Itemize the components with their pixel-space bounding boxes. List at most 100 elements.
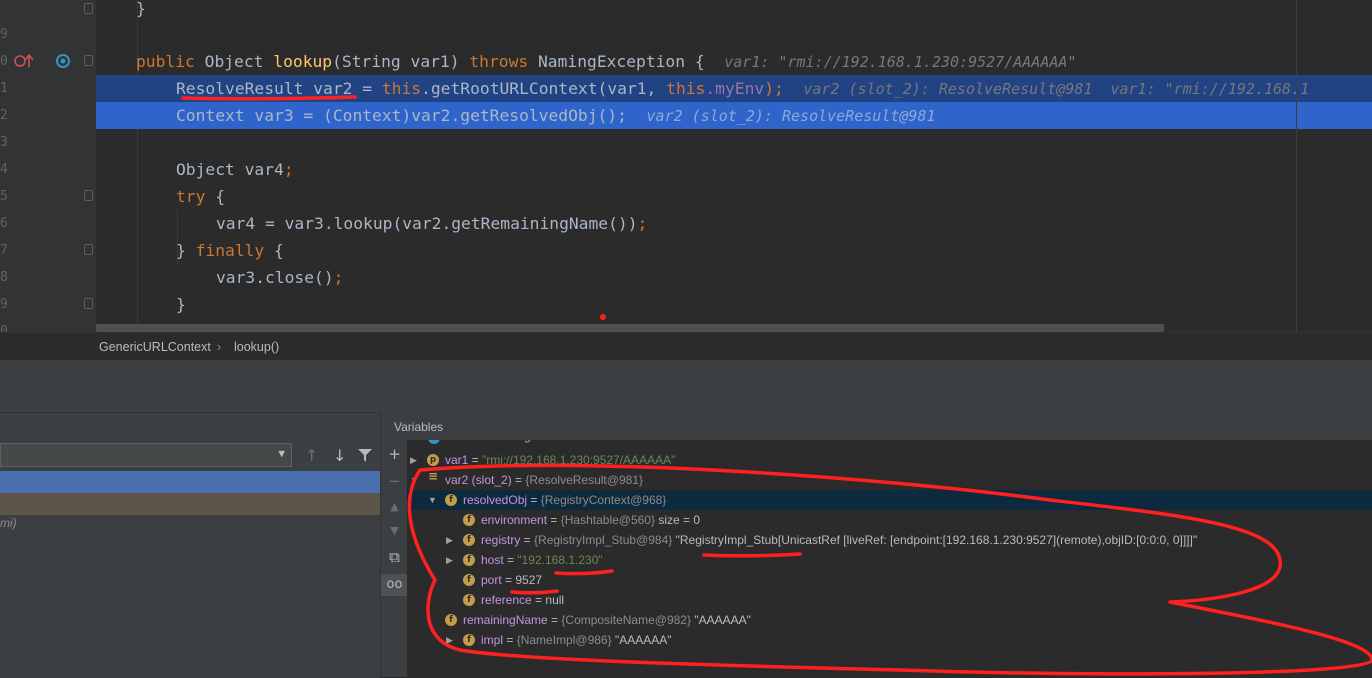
variables-panel: i Variables debug info not available ▶ p… xyxy=(407,412,1372,677)
collapse-arrow-icon[interactable]: ▼ xyxy=(410,470,420,490)
field-name: .myEnv xyxy=(705,79,765,98)
field-icon: f xyxy=(445,494,457,506)
fold-marker[interactable] xyxy=(84,244,93,255)
inline-debug-hint: var2 (slot_2): ResolveResult@981 xyxy=(646,107,936,125)
arrow-up-icon[interactable]: ↑ xyxy=(305,446,318,465)
arrow-down-icon[interactable]: ↓ xyxy=(333,446,346,465)
variable-type: {Hashtable@560} xyxy=(560,513,655,527)
method-name: lookup xyxy=(273,52,333,71)
collapse-arrow-icon[interactable]: ▼ xyxy=(428,490,438,510)
keyword: this xyxy=(381,79,422,98)
variable-eq: = xyxy=(527,493,541,507)
inline-debug-hint: var2 (slot_2): ResolveResult@981 var1: "… xyxy=(803,80,1310,98)
code-text: } xyxy=(176,295,186,314)
breadcrumb-separator: › xyxy=(217,340,222,354)
code-text: ; xyxy=(333,268,344,287)
variable-row[interactable]: ▼ ≡ var2 (slot_2) = {ResolveResult@981} xyxy=(407,470,1372,490)
variable-row[interactable]: f environment = {Hashtable@560} size = 0 xyxy=(407,510,1372,530)
variable-value: "AAAAAA" xyxy=(611,633,672,647)
keyword: throws xyxy=(469,52,529,71)
variable-row[interactable]: ▶ f host = "192.168.1.230" xyxy=(407,550,1372,570)
line-number: 9 xyxy=(0,27,8,42)
line-number: 9 xyxy=(0,297,8,312)
code-line-lookup-signature[interactable]: public Object lookup(String var1) throws… xyxy=(96,48,1372,75)
frame-item-selected[interactable] xyxy=(0,471,380,493)
variable-value: null xyxy=(545,593,565,607)
field-icon: f xyxy=(463,594,475,606)
variable-type: {CompositeName@982} xyxy=(561,613,691,627)
overrides-icon[interactable] xyxy=(14,52,36,70)
code-line[interactable]: var4 = var3.lookup(var2.getRemainingName… xyxy=(96,210,1372,237)
add-watch-icon[interactable]: + xyxy=(381,445,408,463)
variable-eq: = xyxy=(547,613,562,627)
variable-eq: = xyxy=(468,453,483,467)
expand-arrow-icon[interactable]: ▶ xyxy=(446,550,456,570)
code-line[interactable]: try { xyxy=(96,183,1372,210)
expand-arrow-icon[interactable]: ▶ xyxy=(410,450,420,470)
right-margin-guide xyxy=(1296,0,1297,332)
code-line[interactable]: } xyxy=(96,0,1372,22)
fold-marker[interactable] xyxy=(84,55,93,66)
code-text: var3.close() xyxy=(216,268,334,287)
breadcrumb-class[interactable]: GenericURLContext xyxy=(99,340,211,354)
line-number: 0 xyxy=(0,324,8,332)
keyword: try xyxy=(176,187,206,206)
variable-name: resolvedObj xyxy=(463,493,528,507)
expand-arrow-icon[interactable]: ▶ xyxy=(446,530,456,550)
code-line-current-execution[interactable]: Context var3 = (Context)var2.getResolved… xyxy=(96,102,1372,129)
code-text: .getRootURLContext(var1, xyxy=(421,79,667,98)
code-text: Object var4 xyxy=(176,160,284,179)
variable-row[interactable]: f remainingName = {CompositeName@982} "A… xyxy=(407,610,1372,630)
field-icon: f xyxy=(463,554,475,566)
debugger-step-icon[interactable] xyxy=(54,52,74,70)
fold-marker[interactable] xyxy=(84,190,93,201)
move-down-icon[interactable]: ▼ xyxy=(381,524,408,537)
chevron-down-icon: ▼ xyxy=(278,447,285,460)
code-line[interactable]: Object var4; xyxy=(96,156,1372,183)
variable-type: {NameImpl@986} xyxy=(516,633,612,647)
fold-marker[interactable] xyxy=(84,3,93,14)
debug-toolbar-area xyxy=(0,359,1372,413)
variable-row-selected[interactable]: ▼ f resolvedObj = {RegistryContext@968} xyxy=(407,490,1372,510)
variable-row[interactable]: ▶ p var1 = "rmi://192.168.1.230:9527/AAA… xyxy=(407,450,1372,470)
move-up-icon[interactable]: ▲ xyxy=(381,500,408,513)
fold-marker[interactable] xyxy=(84,298,93,309)
local-variable-icon: ≡ xyxy=(427,469,439,483)
variable-row[interactable]: f port = 9527 xyxy=(407,570,1372,590)
variable-row[interactable]: ▶ f registry = {RegistryImpl_Stub@984} "… xyxy=(407,530,1372,550)
code-line[interactable]: } finally { xyxy=(96,237,1372,264)
breadcrumb-method[interactable]: lookup() xyxy=(234,340,279,354)
variable-name: impl xyxy=(481,633,504,647)
remove-watch-icon[interactable]: − xyxy=(381,472,408,490)
variable-name: reference xyxy=(481,593,532,607)
thread-dropdown[interactable]: ▼ xyxy=(0,443,292,467)
expand-arrow-icon[interactable]: ▶ xyxy=(446,630,456,650)
variable-eq: = xyxy=(547,513,561,527)
frame-item[interactable] xyxy=(0,493,380,515)
variables-toolbar: + − ▲ ▼ ⧉ oo xyxy=(380,412,408,677)
code-line[interactable]: var3.close(); xyxy=(96,264,1372,291)
editor-gutter: 9 0 1 2 3 4 5 6 7 8 9 0 xyxy=(0,0,96,332)
filter-icon[interactable] xyxy=(358,449,372,462)
frame-item[interactable]: mi) xyxy=(0,516,17,530)
code-text: ResolveResult var2 = xyxy=(176,79,382,98)
glasses-icon[interactable]: oo xyxy=(381,574,408,596)
line-number: 7 xyxy=(0,243,8,258)
variable-name: var2 (slot_2) xyxy=(445,473,512,487)
code-line-var2[interactable]: ResolveResult var2 = this.getRootURLCont… xyxy=(96,75,1372,102)
code-line[interactable]: } xyxy=(96,291,1372,318)
line-number: 5 xyxy=(0,189,8,204)
variable-row[interactable]: f reference = null xyxy=(407,590,1372,610)
variable-eq: = xyxy=(501,573,516,587)
code-text: ; xyxy=(283,160,294,179)
copy-icon[interactable]: ⧉ xyxy=(381,548,408,566)
variable-name: remainingName xyxy=(463,613,548,627)
horizontal-scrollbar[interactable] xyxy=(96,324,1164,332)
variable-value: "RegistryImpl_Stub[UnicastRef [liveRef: … xyxy=(672,533,1198,547)
line-number: 1 xyxy=(0,81,8,96)
code-editor[interactable]: 9 0 1 2 3 4 5 6 7 8 9 0 } public Object … xyxy=(0,0,1372,332)
variable-row[interactable]: ▶ f impl = {NameImpl@986} "AAAAAA" xyxy=(407,630,1372,650)
variables-title: Variables xyxy=(394,420,444,434)
variable-value: size = 0 xyxy=(655,513,701,527)
keyword: public xyxy=(136,52,195,71)
